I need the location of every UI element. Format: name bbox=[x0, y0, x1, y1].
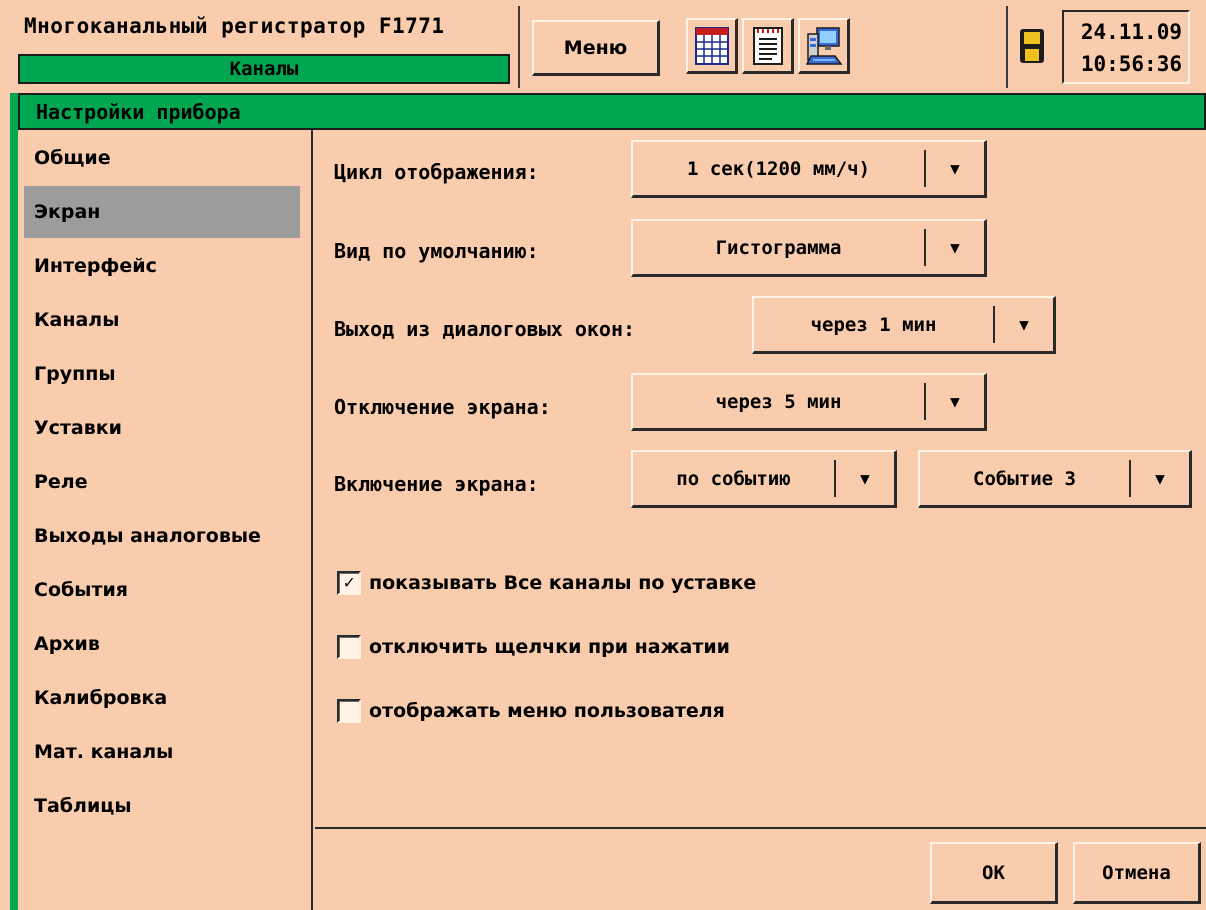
show-all-channels-option[interactable]: ✓ показывать Все каналы по уставке bbox=[337, 567, 756, 599]
screen-on-label: Включение экрана: bbox=[334, 472, 539, 496]
sidebar-item-channels[interactable]: Каналы bbox=[24, 294, 300, 346]
dialog-exit-label: Выход из диалоговых окон: bbox=[334, 317, 636, 341]
app-title: Многоканальный регистратор F1771 bbox=[24, 14, 445, 38]
date-text: 24.11.09 bbox=[1080, 20, 1182, 44]
time-text: 10:56:36 bbox=[1080, 52, 1182, 76]
sidebar-item-groups[interactable]: Группы bbox=[24, 348, 300, 400]
show-all-channels-label: показывать Все каналы по уставке bbox=[369, 572, 757, 594]
table-icon bbox=[694, 26, 729, 65]
settings-view-button[interactable] bbox=[798, 18, 850, 74]
ok-button[interactable]: ОК bbox=[930, 842, 1058, 904]
sidebar-item-archive[interactable]: Архив bbox=[24, 618, 300, 670]
computer-settings-icon bbox=[805, 26, 842, 65]
sidebar-item-setpoints[interactable]: Уставки bbox=[24, 402, 300, 454]
screen-off-dropdown[interactable]: через 5 мин ▼ bbox=[631, 373, 987, 431]
dropdown-arrow-icon: ▼ bbox=[950, 238, 960, 257]
dropdown-arrow-icon: ▼ bbox=[860, 469, 870, 488]
dialog-header: Настройки прибора bbox=[18, 93, 1206, 130]
sidebar-item-tables[interactable]: Таблицы bbox=[24, 780, 300, 832]
settings-sidebar: Общие Экран Интерфейс Каналы Группы Уста… bbox=[18, 130, 313, 910]
title-panel: Многоканальный регистратор F1771 Каналы bbox=[14, 10, 512, 86]
show-user-menu-option[interactable]: отображать меню пользователя bbox=[337, 695, 725, 727]
document-view-button[interactable] bbox=[742, 18, 794, 74]
disable-clicks-checkbox[interactable] bbox=[337, 635, 361, 659]
screen-on-event-dropdown[interactable]: Событие 3 ▼ bbox=[918, 450, 1192, 508]
top-bar: Многоканальный регистратор F1771 Каналы … bbox=[0, 0, 1206, 93]
screen-on-event-value: Событие 3 bbox=[920, 460, 1131, 497]
dropdown-arrow-icon: ▼ bbox=[950, 159, 960, 178]
display-cycle-dropdown[interactable]: 1 сек(1200 мм/ч) ▼ bbox=[631, 140, 987, 198]
dialog-exit-value: через 1 мин bbox=[754, 306, 995, 343]
display-cycle-label: Цикл отображения: bbox=[334, 160, 539, 184]
toolbar-separator bbox=[1006, 6, 1008, 88]
screen-on-dropdown[interactable]: по событию ▼ bbox=[631, 450, 897, 508]
sidebar-item-events[interactable]: События bbox=[24, 564, 300, 616]
show-all-channels-checkbox[interactable]: ✓ bbox=[337, 571, 361, 595]
current-screen-strip: Каналы bbox=[18, 54, 510, 84]
screen-off-label: Отключение экрана: bbox=[334, 395, 551, 419]
document-icon bbox=[752, 26, 783, 65]
disable-clicks-option[interactable]: отключить щелчки при нажатии bbox=[337, 631, 730, 663]
datetime-display: 24.11.09 10:56:36 bbox=[1062, 10, 1190, 84]
settings-dialog: Настройки прибора Общие Экран Интерфейс … bbox=[10, 93, 1206, 910]
sidebar-item-general[interactable]: Общие bbox=[24, 132, 300, 184]
disable-clicks-label: отключить щелчки при нажатии bbox=[369, 636, 730, 658]
settings-content: Цикл отображения: 1 сек(1200 мм/ч) ▼ Вид… bbox=[315, 130, 1206, 910]
sidebar-item-interface[interactable]: Интерфейс bbox=[24, 240, 300, 292]
display-cycle-value: 1 сек(1200 мм/ч) bbox=[633, 150, 926, 187]
dropdown-arrow-icon: ▼ bbox=[1155, 469, 1165, 488]
current-screen-label: Каналы bbox=[229, 58, 299, 80]
toolbar-separator bbox=[518, 6, 520, 88]
menu-button[interactable]: Меню bbox=[532, 20, 660, 76]
dropdown-arrow-icon: ▼ bbox=[950, 392, 960, 411]
default-view-label: Вид по умолчанию: bbox=[334, 239, 539, 263]
floppy-disk-icon bbox=[1020, 29, 1044, 63]
dialog-exit-dropdown[interactable]: через 1 мин ▼ bbox=[752, 296, 1056, 354]
screen-on-value: по событию bbox=[633, 460, 836, 497]
screen-off-value: через 5 мин bbox=[633, 383, 926, 420]
cancel-button[interactable]: Отмена bbox=[1073, 842, 1201, 904]
show-user-menu-checkbox[interactable] bbox=[337, 699, 361, 723]
footer-divider bbox=[315, 827, 1206, 829]
sidebar-item-analog-outputs[interactable]: Выходы аналоговые bbox=[24, 510, 300, 562]
sidebar-item-calibration[interactable]: Калибровка bbox=[24, 672, 300, 724]
dropdown-arrow-icon: ▼ bbox=[1019, 315, 1029, 334]
dialog-title: Настройки прибора bbox=[36, 100, 241, 124]
show-user-menu-label: отображать меню пользователя bbox=[369, 700, 725, 722]
sidebar-item-screen[interactable]: Экран bbox=[24, 186, 300, 238]
default-view-value: Гистограмма bbox=[633, 229, 926, 266]
table-view-button[interactable] bbox=[686, 18, 738, 74]
default-view-dropdown[interactable]: Гистограмма ▼ bbox=[631, 219, 987, 277]
sidebar-item-math-channels[interactable]: Мат. каналы bbox=[24, 726, 300, 778]
sidebar-item-relays[interactable]: Реле bbox=[24, 456, 300, 508]
